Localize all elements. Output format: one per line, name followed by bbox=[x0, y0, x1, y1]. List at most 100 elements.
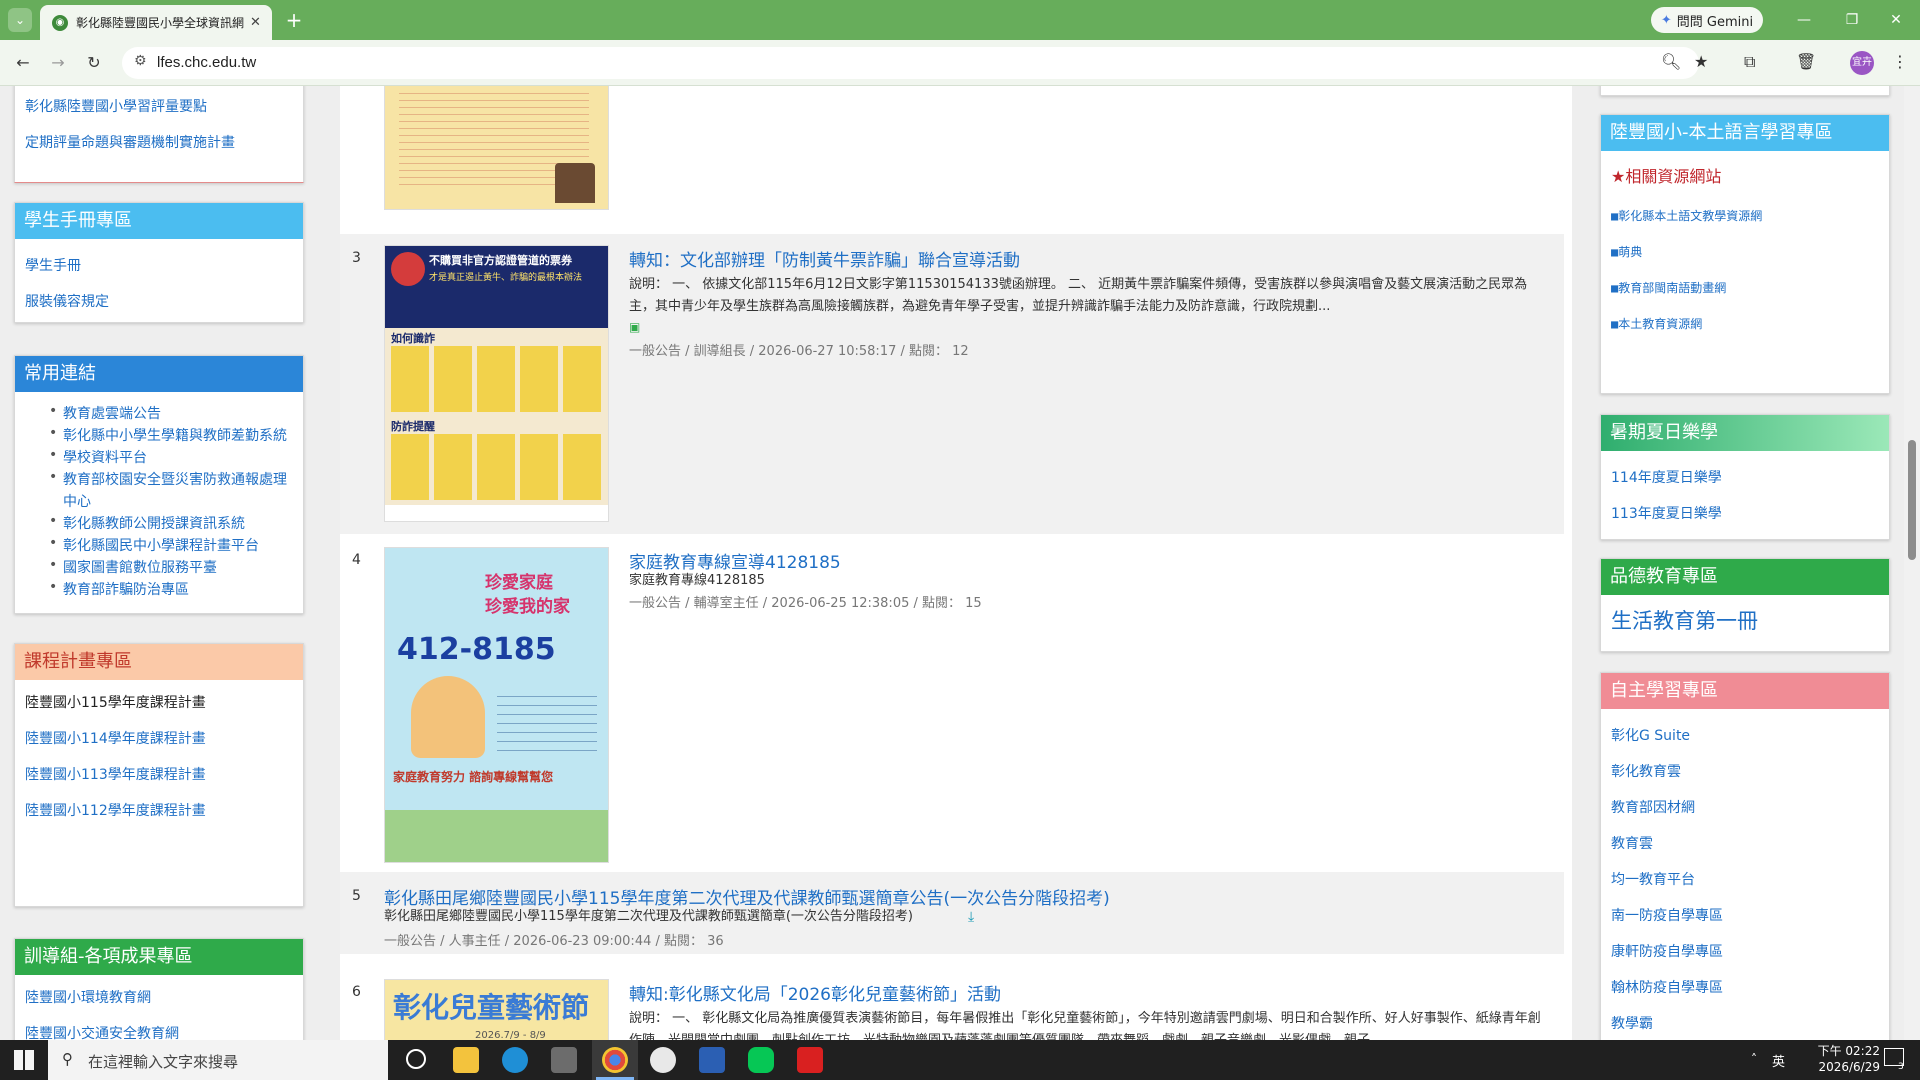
download-icon[interactable]: ⤓ bbox=[968, 906, 974, 928]
link-native-edu[interactable]: ■本土教育資源網 bbox=[1611, 315, 1702, 332]
link-moedict[interactable]: ■萌典 bbox=[1611, 243, 1642, 260]
link-exam-plan[interactable]: 定期評量命題與審題機制實施計畫 bbox=[25, 132, 235, 152]
poster-subline: 才是真正遏止黃牛、詐騙的最根本辦法 bbox=[429, 273, 583, 283]
forward-icon[interactable]: → bbox=[45, 50, 71, 76]
line-icon[interactable] bbox=[748, 1047, 774, 1073]
close-window-icon[interactable]: ✕ bbox=[1876, 8, 1916, 32]
edge-icon[interactable] bbox=[502, 1047, 528, 1073]
link-national-library[interactable]: 國家圖書館數位服務平臺 bbox=[49, 557, 217, 577]
scrollbar-thumb[interactable] bbox=[1908, 440, 1916, 560]
link-student-registry[interactable]: 彰化縣中小學生學籍與教師差勤系統 bbox=[49, 425, 287, 445]
xbox-icon[interactable] bbox=[650, 1047, 676, 1073]
link-cloud-bulletin[interactable]: 教育處雲端公告 bbox=[49, 403, 161, 423]
poster-festival-title: 彰化兒童藝術節 bbox=[393, 991, 590, 1024]
link-summer-114[interactable]: 114年度夏日樂學 bbox=[1611, 467, 1722, 487]
link-curriculum-platform[interactable]: 彰化縣國民中小學課程計畫平台 bbox=[49, 535, 259, 555]
announcement-list: 3 不購買非官方認證管道的票券 才是真正遏止黃牛、詐騙的最根本辦法 如何識詐 防… bbox=[340, 86, 1572, 1040]
link-nani[interactable]: 南一防疫自學專區 bbox=[1611, 905, 1723, 925]
link-school-data[interactable]: 學校資料平台 bbox=[49, 447, 147, 467]
minimize-icon[interactable]: — bbox=[1784, 8, 1824, 32]
ime-indicator[interactable]: 英 bbox=[1772, 1051, 1785, 1070]
arts-festival-poster[interactable]: 彰化兒童藝術節 2026.7/9 - 8/9 bbox=[384, 979, 609, 1040]
link-hanlin[interactable]: 翰林防疫自學專區 bbox=[1611, 977, 1723, 997]
menu-icon[interactable]: ⋮ bbox=[1892, 52, 1908, 71]
taskbar-search[interactable]: ⚲ 在這裡輸入文字來搜尋 bbox=[48, 1040, 388, 1080]
post-title[interactable]: 轉知：文化部辦理「防制黃牛票詐騙」聯合宣導活動 bbox=[629, 246, 1020, 271]
poster-line-1: 珍愛家庭 bbox=[485, 573, 553, 593]
poster-headline: 不購買非官方認證管道的票券 bbox=[429, 254, 572, 267]
restore-icon[interactable]: ❐ bbox=[1832, 8, 1872, 32]
link-assessment-rules[interactable]: 彰化縣陸豐國小學習評量要點 bbox=[25, 96, 207, 116]
link-edu-cloud-chc[interactable]: 彰化教育雲 bbox=[1611, 761, 1681, 781]
row-number: 6 bbox=[352, 984, 361, 1000]
post-meta: 一般公告 / 訓導組長 / 2026-06-27 10:58:17 / 點閱： … bbox=[629, 344, 969, 359]
url-text[interactable]: lfes.chc.edu.tw bbox=[157, 54, 256, 71]
training-card: 訓導組-各項成果專區 陸豐國小環境教育網 陸豐國小交通安全教育網 bbox=[14, 938, 304, 1040]
address-bar[interactable] bbox=[122, 47, 1699, 79]
link-curriculum-114[interactable]: 陸豐國小114學年度課程計畫 bbox=[25, 728, 206, 748]
handbook-card: 學生手冊專區 學生手冊 服裝儀容規定 bbox=[14, 202, 304, 323]
plus-icon: + bbox=[285, 8, 303, 32]
tab-title: 彰化縣陸豐國民小學全球資訊網 bbox=[76, 16, 245, 30]
link-dress-code[interactable]: 服裝儀容規定 bbox=[25, 291, 109, 311]
page-scrollbar[interactable] bbox=[1904, 86, 1920, 1040]
assessment-card: 彰化縣陸豐國小學習評量要點 定期評量命題與審題機制實施計畫 bbox=[14, 86, 304, 183]
link-teachingba[interactable]: 教學霸 bbox=[1611, 1013, 1653, 1033]
link-gsuite[interactable]: 彰化G Suite bbox=[1611, 725, 1690, 745]
link-traffic-safety[interactable]: 陸豐國小交通安全教育網 bbox=[25, 1023, 179, 1040]
link-curriculum-113[interactable]: 陸豐國小113學年度課程計畫 bbox=[25, 764, 206, 784]
windows-start-icon[interactable] bbox=[14, 1050, 34, 1070]
zoom-icon[interactable]: 🔍︎ bbox=[1661, 52, 1681, 71]
clock-time[interactable]: 下午 02:22 bbox=[1796, 1042, 1880, 1059]
delete-icon[interactable]: 🗑︎ bbox=[1796, 52, 1816, 71]
row-number: 3 bbox=[352, 250, 361, 266]
clock-date[interactable]: 2026/6/29 bbox=[1796, 1060, 1880, 1074]
close-icon[interactable]: ✕ bbox=[250, 15, 261, 30]
link-native-resources[interactable]: ■彰化縣本土語文教學資源網 bbox=[1611, 207, 1762, 224]
bookmark-star-icon[interactable]: ★ bbox=[1694, 52, 1708, 71]
notification-badge: 3 bbox=[1898, 1062, 1904, 1072]
store-icon[interactable] bbox=[551, 1047, 577, 1073]
gemini-star-icon: ✦ bbox=[1660, 12, 1672, 28]
link-campus-safety-cont[interactable]: 中心 bbox=[63, 491, 91, 511]
site-info-icon[interactable]: ⚙ bbox=[134, 53, 147, 69]
link-kangxuan[interactable]: 康軒防疫自學專區 bbox=[1611, 941, 1723, 961]
poster-hotline-number: 412-8185 bbox=[397, 632, 556, 667]
gemini-button[interactable]: ✦ 問問 Gemini bbox=[1651, 7, 1763, 33]
announcement-row: 3 不購買非官方認證管道的票券 才是真正遏止黃牛、詐騙的最根本辦法 如何識詐 防… bbox=[340, 234, 1564, 534]
task-view-icon[interactable] bbox=[406, 1049, 426, 1069]
link-edu-cloud[interactable]: 教育雲 bbox=[1611, 833, 1653, 853]
back-icon[interactable]: ← bbox=[10, 50, 36, 76]
link-environment-edu[interactable]: 陸豐國小環境教育網 bbox=[25, 987, 151, 1007]
extensions-icon[interactable]: ⧉ bbox=[1744, 52, 1755, 72]
link-adl[interactable]: 教育部因材網 bbox=[1611, 797, 1695, 817]
file-explorer-icon[interactable] bbox=[453, 1047, 479, 1073]
new-tab-button[interactable]: + bbox=[282, 8, 306, 32]
link-life-education[interactable]: 生活教育第一冊 bbox=[1611, 605, 1758, 635]
anti-scalper-poster[interactable]: 不購買非官方認證管道的票券 才是真正遏止黃牛、詐騙的最根本辦法 如何識詐 防詐提… bbox=[384, 245, 609, 522]
link-anti-fraud[interactable]: 教育部詐騙防治專區 bbox=[49, 579, 189, 599]
link-student-handbook[interactable]: 學生手冊 bbox=[25, 255, 81, 275]
chevron-down-icon: ⌄ bbox=[14, 13, 26, 27]
word-icon[interactable] bbox=[699, 1047, 725, 1073]
native-language-heading: ★相關資源網站 bbox=[1611, 167, 1722, 186]
tray-chevron-icon[interactable]: ˄ bbox=[1751, 1052, 1757, 1066]
link-campus-safety[interactable]: 教育部校園安全暨災害防救通報處理 bbox=[49, 469, 287, 489]
self-study-card: 自主學習專區 彰化G Suite 彰化教育雲 教育部因材網 教育雲 均一教育平台… bbox=[1600, 672, 1890, 1040]
character-title: 品德教育專區 bbox=[1601, 559, 1889, 595]
link-junyi[interactable]: 均一教育平台 bbox=[1611, 869, 1695, 889]
link-minnan-animation[interactable]: ■教育部閩南語動畫網 bbox=[1611, 279, 1726, 296]
profile-avatar[interactable]: 宜卉 bbox=[1850, 51, 1874, 75]
link-open-class[interactable]: 彰化縣教師公開授課資訊系統 bbox=[49, 513, 245, 533]
training-title: 訓導組-各項成果專區 bbox=[15, 939, 303, 975]
previous-post-thumbnail[interactable] bbox=[384, 86, 609, 210]
page-content: 彰化縣陸豐國小學習評量要點 定期評量命題與審題機制實施計畫 學生手冊專區 學生手… bbox=[0, 86, 1904, 1040]
link-curriculum-112[interactable]: 陸豐國小112學年度課程計畫 bbox=[25, 800, 206, 820]
tab-search-button[interactable]: ⌄ bbox=[8, 8, 32, 32]
link-summer-113[interactable]: 113年度夏日樂學 bbox=[1611, 503, 1722, 523]
family-education-poster[interactable]: 珍愛家庭 珍愛我的家 412-8185 家庭教育努力 諮詢專線幫幫您 bbox=[384, 547, 609, 863]
reload-icon[interactable]: ↻ bbox=[81, 50, 107, 76]
acrobat-icon[interactable] bbox=[797, 1047, 823, 1073]
post-title[interactable]: 轉知:彰化縣文化局「2026彰化兒童藝術節」活動 bbox=[629, 980, 1001, 1005]
active-tab[interactable]: ◉ 彰化縣陸豐國民小學全球資訊網 ✕ bbox=[40, 5, 272, 40]
